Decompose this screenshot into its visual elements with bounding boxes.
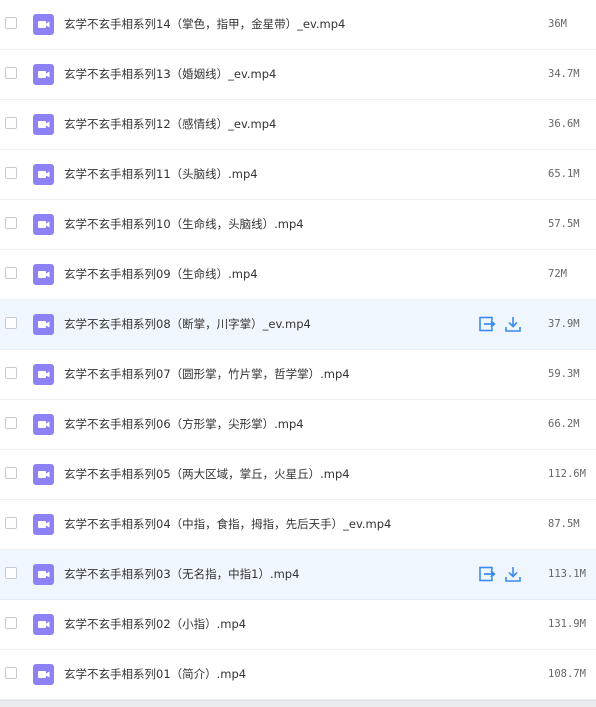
- file-checkbox[interactable]: [5, 267, 17, 279]
- video-file-icon: [33, 314, 54, 335]
- file-size: 34.7M: [548, 68, 580, 80]
- share-icon[interactable]: [478, 565, 496, 583]
- share-icon[interactable]: [478, 315, 496, 333]
- file-checkbox[interactable]: [5, 467, 17, 479]
- video-file-icon: [33, 64, 54, 85]
- video-file-icon: [33, 514, 54, 535]
- file-name-link[interactable]: 玄学不玄手相系列11（头脑线）.mp4: [64, 166, 474, 182]
- file-list: 玄学不玄手相系列14（掌色，指甲，金星带）_ev.mp4 36M 玄学不玄手相系列1…: [0, 0, 596, 700]
- file-row[interactable]: 玄学不玄手相系列05（两大区域，掌丘，火星丘）.mp4 112.6M: [0, 450, 596, 500]
- file-row[interactable]: 玄学不玄手相系列14（掌色，指甲，金星带）_ev.mp4 36M: [0, 0, 596, 50]
- file-row[interactable]: 玄学不玄手相系列09（生命线）.mp4 72M: [0, 250, 596, 300]
- video-file-icon: [33, 14, 54, 35]
- download-icon[interactable]: [504, 315, 522, 333]
- file-row[interactable]: 玄学不玄手相系列04（中指，食指，拇指，先后天手）_ev.mp4 87.5M: [0, 500, 596, 550]
- file-row[interactable]: 玄学不玄手相系列06（方形掌，尖形掌）.mp4 66.2M: [0, 400, 596, 450]
- file-row[interactable]: 玄学不玄手相系列07（圆形掌，竹片掌，哲学掌）.mp4 59.3M: [0, 350, 596, 400]
- video-file-icon: [33, 114, 54, 135]
- file-row[interactable]: 玄学不玄手相系列03（无名指，中指1）.mp4 113.1M: [0, 550, 596, 600]
- file-size: 36M: [548, 18, 567, 30]
- video-file-icon: [33, 414, 54, 435]
- file-checkbox[interactable]: [5, 117, 17, 129]
- file-checkbox[interactable]: [5, 617, 17, 629]
- file-size: 112.6M: [548, 468, 586, 480]
- file-checkbox[interactable]: [5, 367, 17, 379]
- file-name-link[interactable]: 玄学不玄手相系列10（生命线，头脑线）.mp4: [64, 216, 474, 232]
- file-size: 59.3M: [548, 368, 580, 380]
- file-row[interactable]: 玄学不玄手相系列08（断掌，川字掌）_ev.mp4 37.9M: [0, 300, 596, 350]
- horizontal-scrollbar[interactable]: [0, 700, 596, 707]
- file-name-link[interactable]: 玄学不玄手相系列12（感情线）_ev.mp4: [64, 116, 474, 132]
- file-row[interactable]: 玄学不玄手相系列02（小指）.mp4 131.9M: [0, 600, 596, 650]
- file-row[interactable]: 玄学不玄手相系列13（婚姻线）_ev.mp4 34.7M: [0, 50, 596, 100]
- video-file-icon: [33, 564, 54, 585]
- file-size: 87.5M: [548, 518, 580, 530]
- file-size: 65.1M: [548, 168, 580, 180]
- file-name-link[interactable]: 玄学不玄手相系列07（圆形掌，竹片掌，哲学掌）.mp4: [64, 366, 474, 382]
- file-checkbox[interactable]: [5, 567, 17, 579]
- file-name-link[interactable]: 玄学不玄手相系列05（两大区域，掌丘，火星丘）.mp4: [64, 466, 474, 482]
- file-checkbox[interactable]: [5, 217, 17, 229]
- download-icon[interactable]: [504, 565, 522, 583]
- video-file-icon: [33, 214, 54, 235]
- file-checkbox[interactable]: [5, 417, 17, 429]
- video-file-icon: [33, 664, 54, 685]
- file-size: 131.9M: [548, 618, 586, 630]
- video-file-icon: [33, 614, 54, 635]
- file-size: 108.7M: [548, 668, 586, 680]
- file-name-link[interactable]: 玄学不玄手相系列01（简介）.mp4: [64, 666, 474, 682]
- video-file-icon: [33, 164, 54, 185]
- file-row[interactable]: 玄学不玄手相系列11（头脑线）.mp4 65.1M: [0, 150, 596, 200]
- file-name-link[interactable]: 玄学不玄手相系列06（方形掌，尖形掌）.mp4: [64, 416, 474, 432]
- file-size: 37.9M: [548, 318, 580, 330]
- file-row[interactable]: 玄学不玄手相系列12（感情线）_ev.mp4 36.6M: [0, 100, 596, 150]
- file-size: 57.5M: [548, 218, 580, 230]
- file-size: 36.6M: [548, 118, 580, 130]
- file-checkbox[interactable]: [5, 667, 17, 679]
- video-file-icon: [33, 464, 54, 485]
- file-name-link[interactable]: 玄学不玄手相系列09（生命线）.mp4: [64, 266, 474, 282]
- file-checkbox[interactable]: [5, 167, 17, 179]
- file-checkbox[interactable]: [5, 317, 17, 329]
- file-name-link[interactable]: 玄学不玄手相系列13（婚姻线）_ev.mp4: [64, 66, 474, 82]
- file-checkbox[interactable]: [5, 67, 17, 79]
- file-name-link[interactable]: 玄学不玄手相系列08（断掌，川字掌）_ev.mp4: [64, 316, 474, 332]
- file-name-link[interactable]: 玄学不玄手相系列02（小指）.mp4: [64, 616, 474, 632]
- file-size: 113.1M: [548, 568, 586, 580]
- file-checkbox[interactable]: [5, 517, 17, 529]
- file-name-link[interactable]: 玄学不玄手相系列03（无名指，中指1）.mp4: [64, 566, 474, 582]
- video-file-icon: [33, 364, 54, 385]
- file-row[interactable]: 玄学不玄手相系列01（简介）.mp4 108.7M: [0, 650, 596, 700]
- video-file-icon: [33, 264, 54, 285]
- file-size: 66.2M: [548, 418, 580, 430]
- file-name-link[interactable]: 玄学不玄手相系列04（中指，食指，拇指，先后天手）_ev.mp4: [64, 516, 474, 532]
- file-name-link[interactable]: 玄学不玄手相系列14（掌色，指甲，金星带）_ev.mp4: [64, 16, 474, 32]
- file-size: 72M: [548, 268, 567, 280]
- file-checkbox[interactable]: [5, 17, 17, 29]
- file-row[interactable]: 玄学不玄手相系列10（生命线，头脑线）.mp4 57.5M: [0, 200, 596, 250]
